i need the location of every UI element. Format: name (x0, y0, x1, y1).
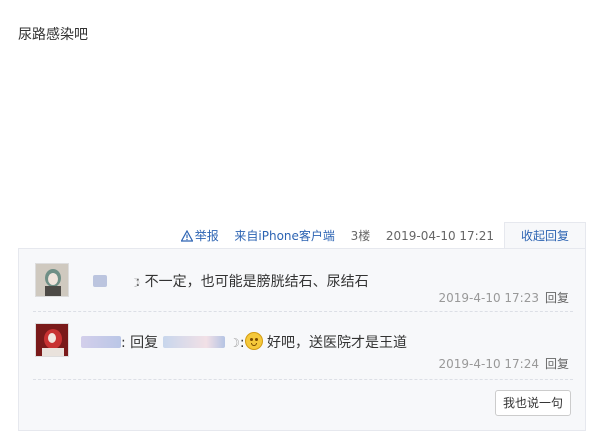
reply-time: 2019-4-10 17:23 (438, 291, 539, 305)
reply-link[interactable]: 回复 (545, 291, 569, 305)
post-content: 尿路感染吧 (18, 27, 88, 43)
post-meta-info: 举报 来自iPhone客户端 3楼 2019-04-10 17:21 (180, 227, 494, 244)
avatar[interactable] (35, 323, 69, 357)
report-link[interactable]: 举报 (180, 229, 223, 243)
blurred-target-username[interactable] (162, 336, 225, 348)
blurred-username[interactable] (81, 336, 121, 348)
reply-time-row: 2019-4-10 17:24 回复 (438, 355, 569, 372)
reply-word: 回复 (130, 335, 159, 351)
add-comment-button[interactable]: 我也说一句 (495, 390, 571, 416)
reply-content: ☽: 不一定，也可能是膀胱结石、尿结石 (93, 271, 369, 291)
post-meta-bar: 举报 来自iPhone客户端 3楼 2019-04-10 17:21 收起回复 (0, 222, 604, 249)
floor-number: 3楼 (350, 229, 371, 243)
blurred-username[interactable] (93, 275, 107, 287)
collapse-replies-button[interactable]: 收起回复 (504, 222, 586, 249)
reply-time: 2019-4-10 17:24 (438, 357, 539, 371)
moon-icon: ☽ (129, 276, 141, 290)
smile-emoji-icon (244, 332, 263, 350)
reply-text: 好吧，送医院才是王道 (267, 335, 408, 351)
post-timestamp: 2019-04-10 17:21 (385, 229, 494, 243)
reply-box: ☽: 不一定，也可能是膀胱结石、尿结石 2019-4-10 17:23 回复 : … (18, 248, 586, 431)
client-source[interactable]: 来自iPhone客户端 (234, 229, 335, 243)
avatar[interactable] (35, 263, 69, 297)
colon: : (121, 335, 126, 351)
report-label: 举报 (194, 229, 219, 243)
moon-icon: ☽ (229, 336, 240, 350)
warning-icon (180, 230, 193, 242)
avatar-image (36, 324, 68, 356)
colon: : (239, 335, 245, 351)
reply-text: 不一定，也可能是膀胱结石、尿结石 (144, 274, 369, 290)
reply-time-row: 2019-4-10 17:23 回复 (438, 289, 569, 306)
reply-link[interactable]: 回复 (545, 357, 569, 371)
reply-content: : 回复 ☽: 好吧，送医院才是王道 (81, 332, 407, 352)
avatar-image (36, 264, 68, 296)
